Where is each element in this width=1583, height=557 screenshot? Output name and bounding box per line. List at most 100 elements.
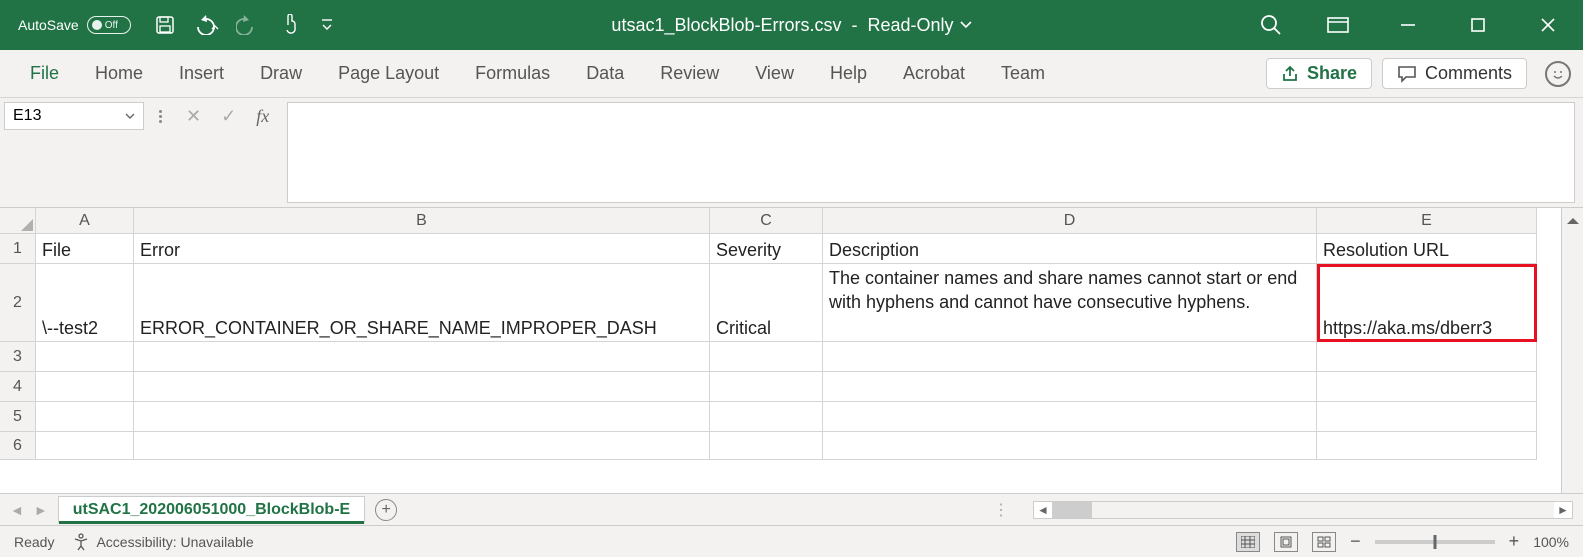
cell-A5[interactable] xyxy=(36,402,134,432)
accessibility-status[interactable]: Accessibility: Unavailable xyxy=(72,533,253,551)
row-header-5[interactable]: 5 xyxy=(0,402,36,432)
cell-E5[interactable] xyxy=(1317,402,1537,432)
redo-button[interactable] xyxy=(235,11,263,39)
cell-D4[interactable] xyxy=(823,372,1317,402)
enter-formula-button[interactable]: ✓ xyxy=(221,106,236,127)
col-header-D[interactable]: D xyxy=(823,208,1317,234)
tab-acrobat[interactable]: Acrobat xyxy=(885,63,983,84)
search-icon[interactable] xyxy=(1259,13,1283,37)
scroll-up-icon[interactable] xyxy=(1567,212,1579,224)
spreadsheet-grid[interactable]: A B C D E 1 File Error Severity Descript… xyxy=(0,208,1537,493)
horizontal-scrollbar[interactable]: ◄ ► xyxy=(1033,501,1573,519)
new-sheet-button[interactable]: + xyxy=(375,499,397,521)
feedback-button[interactable] xyxy=(1545,61,1571,87)
fx-icon[interactable]: fx xyxy=(256,106,269,127)
cell-E4[interactable] xyxy=(1317,372,1537,402)
formula-input[interactable] xyxy=(287,102,1575,203)
autosave-toggle[interactable]: Off xyxy=(87,16,131,34)
col-header-B[interactable]: B xyxy=(134,208,710,234)
cell-C6[interactable] xyxy=(710,432,823,460)
cell-D3[interactable] xyxy=(823,342,1317,372)
cell-D6[interactable] xyxy=(823,432,1317,460)
tab-formulas[interactable]: Formulas xyxy=(457,63,568,84)
tab-page-layout[interactable]: Page Layout xyxy=(320,63,457,84)
cell-E1[interactable]: Resolution URL xyxy=(1317,234,1537,264)
view-page-break-button[interactable] xyxy=(1312,532,1336,552)
close-button[interactable] xyxy=(1513,0,1583,50)
read-only-dropdown[interactable]: Read-Only xyxy=(868,15,972,36)
cell-D1[interactable]: Description xyxy=(823,234,1317,264)
zoom-level[interactable]: 100% xyxy=(1533,534,1569,550)
tab-insert[interactable]: Insert xyxy=(161,63,242,84)
zoom-in-button[interactable]: + xyxy=(1509,531,1520,552)
zoom-slider[interactable] xyxy=(1375,540,1495,544)
hscroll-right-icon[interactable]: ► xyxy=(1554,503,1572,517)
qat-dropdown-icon[interactable] xyxy=(319,11,335,39)
cell-B2[interactable]: ERROR_CONTAINER_OR_SHARE_NAME_IMPROPER_D… xyxy=(134,264,710,342)
tab-home[interactable]: Home xyxy=(77,63,161,84)
comment-icon xyxy=(1397,65,1417,83)
minimize-button[interactable] xyxy=(1373,0,1443,50)
col-header-A[interactable]: A xyxy=(36,208,134,234)
cell-A4[interactable] xyxy=(36,372,134,402)
cell-B1[interactable]: Error xyxy=(134,234,710,264)
cell-C2[interactable]: Critical xyxy=(710,264,823,342)
cell-B5[interactable] xyxy=(134,402,710,432)
cell-A1[interactable]: File xyxy=(36,234,134,264)
cell-C3[interactable] xyxy=(710,342,823,372)
autosave-value: Off xyxy=(105,20,118,31)
cell-E3[interactable] xyxy=(1317,342,1537,372)
save-icon[interactable] xyxy=(151,11,179,39)
row-header-1[interactable]: 1 xyxy=(0,234,36,264)
tab-team[interactable]: Team xyxy=(983,63,1063,84)
vertical-scrollbar[interactable] xyxy=(1561,208,1583,493)
tab-review[interactable]: Review xyxy=(642,63,737,84)
row-header-4[interactable]: 4 xyxy=(0,372,36,402)
cell-B6[interactable] xyxy=(134,432,710,460)
ribbon-display-button[interactable] xyxy=(1303,0,1373,50)
cell-C5[interactable] xyxy=(710,402,823,432)
tab-data[interactable]: Data xyxy=(568,63,642,84)
col-header-E[interactable]: E xyxy=(1317,208,1537,234)
cell-A3[interactable] xyxy=(36,342,134,372)
hscroll-left-icon[interactable]: ◄ xyxy=(1034,503,1052,517)
cancel-formula-button[interactable]: ✕ xyxy=(186,106,201,127)
hscroll-track[interactable] xyxy=(1052,502,1554,518)
quick-access-toolbar xyxy=(151,11,335,39)
cell-B4[interactable] xyxy=(134,372,710,402)
tab-draw[interactable]: Draw xyxy=(242,63,320,84)
tab-file[interactable]: File xyxy=(12,63,77,84)
name-box[interactable]: E13 xyxy=(4,102,144,130)
cell-A2[interactable]: \--test2 xyxy=(36,264,134,342)
row-header-3[interactable]: 3 xyxy=(0,342,36,372)
tab-view[interactable]: View xyxy=(737,63,812,84)
cell-C4[interactable] xyxy=(710,372,823,402)
view-normal-button[interactable] xyxy=(1236,532,1260,552)
cell-A6[interactable] xyxy=(36,432,134,460)
cell-B3[interactable] xyxy=(134,342,710,372)
sheet-prev-button[interactable]: ◄ xyxy=(10,502,24,518)
autosave-group: AutoSave Off xyxy=(18,16,131,34)
hscroll-thumb[interactable] xyxy=(1052,502,1092,518)
maximize-button[interactable] xyxy=(1443,0,1513,50)
row-header-6[interactable]: 6 xyxy=(0,432,36,460)
cell-D2[interactable]: The container names and share names cann… xyxy=(823,264,1317,342)
zoom-out-button[interactable]: − xyxy=(1350,531,1361,552)
row-header-2[interactable]: 2 xyxy=(0,264,36,342)
touch-mode-button[interactable] xyxy=(277,11,305,39)
namebox-resize-handle[interactable] xyxy=(156,102,164,123)
tab-help[interactable]: Help xyxy=(812,63,885,84)
col-header-C[interactable]: C xyxy=(710,208,823,234)
share-button[interactable]: Share xyxy=(1266,58,1372,89)
view-page-layout-button[interactable] xyxy=(1274,532,1298,552)
tab-split-handle[interactable]: ⋮ xyxy=(993,500,1011,520)
cell-E2[interactable]: https://aka.ms/dberr3 xyxy=(1317,264,1537,342)
undo-button[interactable] xyxy=(193,11,221,39)
sheet-tab-active[interactable]: utSAC1_202006051000_BlockBlob-E xyxy=(58,496,365,523)
cell-E6[interactable] xyxy=(1317,432,1537,460)
select-all-corner[interactable] xyxy=(0,208,36,234)
sheet-next-button[interactable]: ► xyxy=(34,502,48,518)
cell-D5[interactable] xyxy=(823,402,1317,432)
comments-button[interactable]: Comments xyxy=(1382,58,1527,89)
cell-C1[interactable]: Severity xyxy=(710,234,823,264)
